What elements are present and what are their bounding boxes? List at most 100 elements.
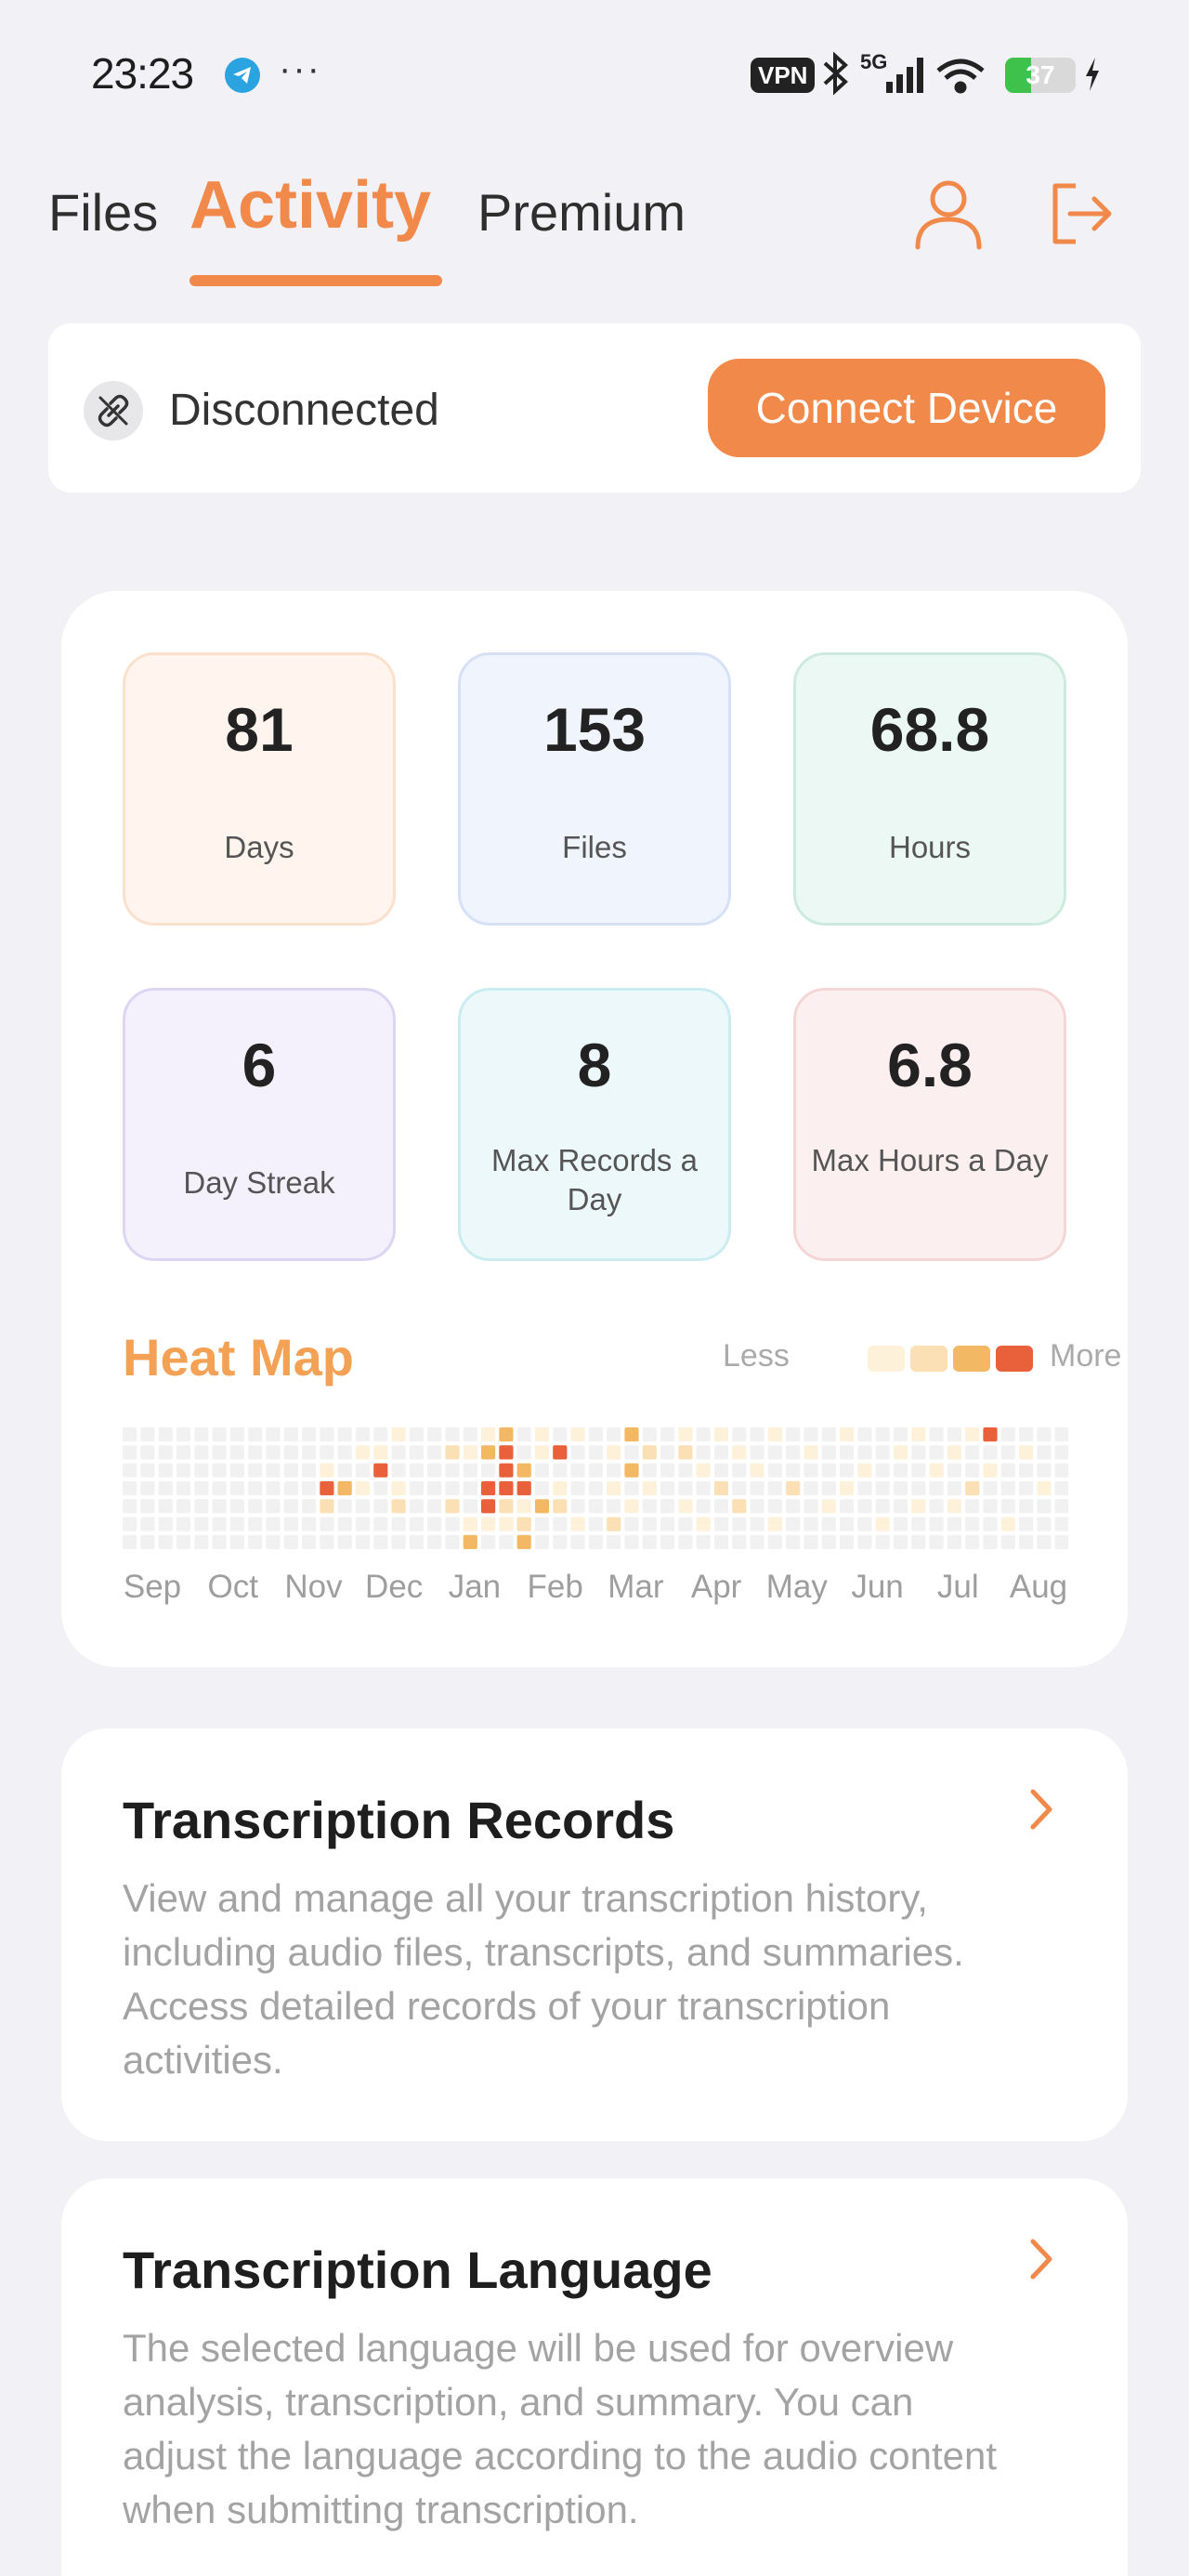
connect-device-button[interactable]: Connect Device bbox=[708, 359, 1105, 457]
heatmap-cell bbox=[427, 1427, 442, 1442]
heatmap-cell bbox=[732, 1534, 747, 1549]
heatmap-cell bbox=[965, 1445, 980, 1460]
heatmap-cell bbox=[445, 1463, 460, 1478]
heatmap-cell bbox=[660, 1534, 675, 1549]
heatmap-cell bbox=[929, 1534, 944, 1549]
chevron-right-icon[interactable] bbox=[1027, 1786, 1055, 1837]
heatmap-cell bbox=[570, 1480, 585, 1496]
heatmap-cell bbox=[409, 1499, 424, 1514]
heatmap-cell bbox=[229, 1517, 244, 1531]
heatmap-cell bbox=[660, 1499, 675, 1514]
heatmap-cell bbox=[947, 1534, 961, 1549]
heatmap-cell bbox=[499, 1480, 514, 1496]
heatmap-cell bbox=[804, 1499, 818, 1514]
card-title: Transcription Records bbox=[123, 1791, 675, 1849]
heatmap-cell bbox=[176, 1534, 191, 1549]
heatmap-cell bbox=[355, 1499, 371, 1514]
tab-files[interactable]: Files bbox=[48, 182, 158, 243]
heatmap-cell bbox=[445, 1480, 460, 1496]
heatmap-cell bbox=[767, 1445, 782, 1460]
heatmap-cell bbox=[123, 1499, 137, 1514]
heatmap-cell bbox=[786, 1499, 801, 1514]
heatmap-cell bbox=[123, 1517, 137, 1531]
heatmap-cell bbox=[283, 1534, 298, 1549]
heatmap-cell bbox=[821, 1517, 836, 1531]
heatmap-cell bbox=[607, 1427, 621, 1442]
heatmap-cell bbox=[266, 1427, 281, 1442]
heatmap-cell bbox=[857, 1445, 872, 1460]
heatmap-cell bbox=[713, 1534, 729, 1549]
heatmap-cell bbox=[821, 1445, 836, 1460]
heatmap-cell bbox=[1000, 1534, 1015, 1549]
heatmap-cell bbox=[1000, 1499, 1015, 1514]
heatmap-cell bbox=[821, 1427, 836, 1442]
heatmap-cell bbox=[660, 1480, 675, 1496]
month-label: May bbox=[765, 1569, 828, 1605]
stat-hours: 68.8 Hours bbox=[793, 652, 1066, 926]
heatmap-cell bbox=[893, 1517, 908, 1531]
connection-card: Disconnected Connect Device bbox=[48, 323, 1141, 493]
heatmap-cell bbox=[804, 1480, 818, 1496]
heatmap-cell bbox=[1037, 1427, 1052, 1442]
heatmap-cell bbox=[283, 1499, 298, 1514]
heatmap-cell bbox=[588, 1445, 603, 1460]
logout-icon[interactable] bbox=[1048, 180, 1115, 252]
heatmap-cell bbox=[194, 1427, 209, 1442]
heatmap-cell bbox=[1054, 1427, 1068, 1442]
transcription-language-card[interactable]: Transcription Language The selected lang… bbox=[61, 2178, 1128, 2576]
heatmap-cell bbox=[320, 1463, 334, 1478]
heatmap-cell bbox=[1054, 1445, 1068, 1460]
heatmap-cell bbox=[875, 1445, 890, 1460]
heatmap-cell bbox=[212, 1517, 227, 1531]
heatmap-cell bbox=[1019, 1427, 1034, 1442]
heatmap-cell bbox=[570, 1499, 585, 1514]
heatmap-cell bbox=[857, 1499, 872, 1514]
chevron-right-icon[interactable] bbox=[1027, 2236, 1055, 2287]
heatmap-cell bbox=[499, 1534, 514, 1549]
heatmap-cell bbox=[248, 1499, 263, 1514]
heatmap-cell bbox=[123, 1480, 137, 1496]
heatmap-cell bbox=[373, 1480, 388, 1496]
heatmap-cell bbox=[1054, 1480, 1068, 1496]
top-tabs: Files Activity Premium bbox=[0, 167, 1189, 288]
heatmap-cell bbox=[588, 1427, 603, 1442]
month-label: Feb bbox=[527, 1569, 583, 1605]
tab-premium[interactable]: Premium bbox=[477, 182, 686, 243]
heatmap-title: Heat Map bbox=[123, 1328, 354, 1387]
heatmap-cell bbox=[140, 1534, 155, 1549]
heatmap-cell bbox=[373, 1427, 388, 1442]
heatmap-months: Sep Oct Nov Dec Jan Feb Mar Apr May Jun Jul Aug bbox=[123, 1569, 1068, 1615]
heatmap-cell bbox=[893, 1463, 908, 1478]
heatmap-cell bbox=[875, 1517, 890, 1531]
battery-level: 37 bbox=[1026, 60, 1055, 89]
heatmap-cell bbox=[355, 1427, 371, 1442]
heatmap-cell bbox=[983, 1480, 998, 1496]
heatmap-cell bbox=[713, 1480, 729, 1496]
heatmap-cell bbox=[607, 1499, 621, 1514]
status-icons: 5G bbox=[821, 48, 998, 105]
user-profile-icon[interactable] bbox=[912, 177, 985, 256]
heatmap-cell bbox=[1054, 1499, 1068, 1514]
heatmap-cell bbox=[553, 1499, 568, 1514]
heatmap-cell bbox=[373, 1517, 388, 1531]
heatmap-cell bbox=[283, 1480, 298, 1496]
heatmap-cell bbox=[409, 1517, 424, 1531]
heatmap-cell bbox=[857, 1534, 872, 1549]
transcription-records-card[interactable]: Transcription Records View and manage al… bbox=[61, 1728, 1128, 2141]
heatmap-cell bbox=[194, 1480, 209, 1496]
heatmap-cell bbox=[696, 1480, 711, 1496]
heatmap-cell bbox=[875, 1480, 890, 1496]
heatmap-cell bbox=[875, 1499, 890, 1514]
heatmap-cell bbox=[534, 1517, 550, 1531]
heatmap-cell bbox=[283, 1445, 298, 1460]
heatmap-cell bbox=[660, 1463, 675, 1478]
month-label: Apr bbox=[690, 1569, 742, 1605]
heatmap-cell bbox=[750, 1463, 764, 1478]
heatmap-cell bbox=[194, 1499, 209, 1514]
heatmap-cell bbox=[929, 1463, 944, 1478]
heatmap-cell bbox=[553, 1517, 568, 1531]
heatmap-cell bbox=[553, 1445, 568, 1460]
tab-activity[interactable]: Activity bbox=[189, 167, 431, 243]
heatmap-cell bbox=[893, 1445, 908, 1460]
heatmap-cell bbox=[499, 1517, 514, 1531]
